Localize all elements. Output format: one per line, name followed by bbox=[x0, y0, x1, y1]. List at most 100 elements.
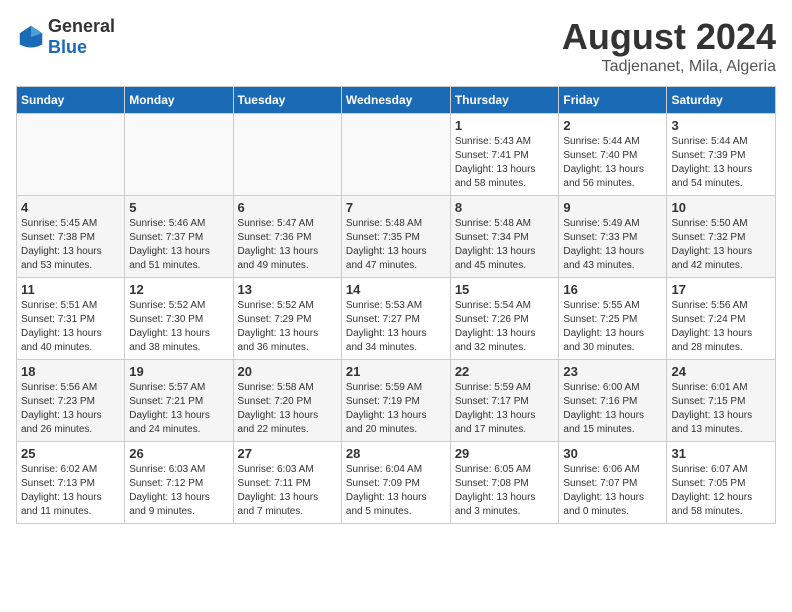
day-number: 13 bbox=[238, 282, 337, 297]
day-info: Sunrise: 5:58 AM Sunset: 7:20 PM Dayligh… bbox=[238, 381, 337, 437]
day-info: Sunrise: 5:49 AM Sunset: 7:33 PM Dayligh… bbox=[563, 217, 662, 273]
day-number: 4 bbox=[21, 200, 120, 215]
day-number: 23 bbox=[563, 364, 662, 379]
day-cell: 29 Sunrise: 6:05 AM Sunset: 7:08 PM Dayli… bbox=[450, 442, 559, 524]
col-header-friday: Friday bbox=[559, 87, 667, 114]
day-cell: 1 Sunrise: 5:43 AM Sunset: 7:41 PM Daylig… bbox=[450, 114, 559, 196]
day-cell: 28 Sunrise: 6:04 AM Sunset: 7:09 PM Dayli… bbox=[341, 442, 450, 524]
day-number: 22 bbox=[455, 364, 555, 379]
day-number: 21 bbox=[346, 364, 446, 379]
day-number: 25 bbox=[21, 446, 120, 461]
day-cell: 9 Sunrise: 5:49 AM Sunset: 7:33 PM Daylig… bbox=[559, 196, 667, 278]
day-number: 27 bbox=[238, 446, 337, 461]
day-info: Sunrise: 6:07 AM Sunset: 7:05 PM Dayligh… bbox=[671, 463, 771, 519]
day-cell: 4Sunrise: 5:45 AM Sunset: 7:38 PM Daylig… bbox=[17, 196, 125, 278]
day-cell: 19 Sunrise: 5:57 AM Sunset: 7:21 PM Dayli… bbox=[125, 360, 233, 442]
day-number: 5 bbox=[129, 200, 228, 215]
day-info: Sunrise: 5:55 AM Sunset: 7:25 PM Dayligh… bbox=[563, 299, 662, 355]
col-header-saturday: Saturday bbox=[667, 87, 776, 114]
header-row: SundayMondayTuesdayWednesdayThursdayFrid… bbox=[17, 87, 776, 114]
day-info: Sunrise: 5:44 AM Sunset: 7:39 PM Dayligh… bbox=[671, 135, 771, 191]
day-number: 31 bbox=[671, 446, 771, 461]
day-cell: 20 Sunrise: 5:58 AM Sunset: 7:20 PM Dayli… bbox=[233, 360, 341, 442]
day-info: Sunrise: 5:56 AM Sunset: 7:24 PM Dayligh… bbox=[671, 299, 771, 355]
day-info: Sunrise: 6:00 AM Sunset: 7:16 PM Dayligh… bbox=[563, 381, 662, 437]
day-cell bbox=[125, 114, 233, 196]
day-cell: 5 Sunrise: 5:46 AM Sunset: 7:37 PM Daylig… bbox=[125, 196, 233, 278]
day-info: Sunrise: 5:43 AM Sunset: 7:41 PM Dayligh… bbox=[455, 135, 555, 191]
day-info: Sunrise: 5:46 AM Sunset: 7:37 PM Dayligh… bbox=[129, 217, 228, 273]
day-number: 7 bbox=[346, 200, 446, 215]
col-header-sunday: Sunday bbox=[17, 87, 125, 114]
day-cell: 23 Sunrise: 6:00 AM Sunset: 7:16 PM Dayli… bbox=[559, 360, 667, 442]
day-info: Sunrise: 5:53 AM Sunset: 7:27 PM Dayligh… bbox=[346, 299, 446, 355]
day-cell: 24 Sunrise: 6:01 AM Sunset: 7:15 PM Dayli… bbox=[667, 360, 776, 442]
day-info: Sunrise: 6:05 AM Sunset: 7:08 PM Dayligh… bbox=[455, 463, 555, 519]
day-number: 16 bbox=[563, 282, 662, 297]
day-number: 8 bbox=[455, 200, 555, 215]
day-cell: 16 Sunrise: 5:55 AM Sunset: 7:25 PM Dayli… bbox=[559, 278, 667, 360]
day-info: Sunrise: 5:47 AM Sunset: 7:36 PM Dayligh… bbox=[238, 217, 337, 273]
day-info: Sunrise: 5:44 AM Sunset: 7:40 PM Dayligh… bbox=[563, 135, 662, 191]
day-info: Sunrise: 6:06 AM Sunset: 7:07 PM Dayligh… bbox=[563, 463, 662, 519]
day-info: Sunrise: 6:01 AM Sunset: 7:15 PM Dayligh… bbox=[671, 381, 771, 437]
col-header-tuesday: Tuesday bbox=[233, 87, 341, 114]
day-cell: 8 Sunrise: 5:48 AM Sunset: 7:34 PM Daylig… bbox=[450, 196, 559, 278]
day-number: 12 bbox=[129, 282, 228, 297]
day-cell: 31 Sunrise: 6:07 AM Sunset: 7:05 PM Dayli… bbox=[667, 442, 776, 524]
logo: General Blue bbox=[16, 16, 115, 58]
day-number: 6 bbox=[238, 200, 337, 215]
day-number: 20 bbox=[238, 364, 337, 379]
day-number: 9 bbox=[563, 200, 662, 215]
day-number: 10 bbox=[671, 200, 771, 215]
day-info: Sunrise: 5:48 AM Sunset: 7:34 PM Dayligh… bbox=[455, 217, 555, 273]
day-number: 26 bbox=[129, 446, 228, 461]
day-number: 24 bbox=[671, 364, 771, 379]
day-info: Sunrise: 5:59 AM Sunset: 7:17 PM Dayligh… bbox=[455, 381, 555, 437]
day-cell: 15Sunrise: 5:54 AM Sunset: 7:26 PM Dayli… bbox=[450, 278, 559, 360]
logo-blue: Blue bbox=[48, 37, 87, 57]
day-info: Sunrise: 5:57 AM Sunset: 7:21 PM Dayligh… bbox=[129, 381, 228, 437]
day-cell: 6 Sunrise: 5:47 AM Sunset: 7:36 PM Daylig… bbox=[233, 196, 341, 278]
day-cell: 12 Sunrise: 5:52 AM Sunset: 7:30 PM Dayli… bbox=[125, 278, 233, 360]
day-number: 29 bbox=[455, 446, 555, 461]
day-cell: 30 Sunrise: 6:06 AM Sunset: 7:07 PM Dayli… bbox=[559, 442, 667, 524]
day-number: 11 bbox=[21, 282, 120, 297]
day-info: Sunrise: 5:51 AM Sunset: 7:31 PM Dayligh… bbox=[21, 299, 120, 355]
day-number: 18 bbox=[21, 364, 120, 379]
day-info: Sunrise: 5:52 AM Sunset: 7:30 PM Dayligh… bbox=[129, 299, 228, 355]
day-cell: 13 Sunrise: 5:52 AM Sunset: 7:29 PM Dayli… bbox=[233, 278, 341, 360]
title-section: August 2024 Tadjenanet, Mila, Algeria bbox=[562, 16, 776, 76]
week-row-4: 18 Sunrise: 5:56 AM Sunset: 7:23 PM Dayli… bbox=[17, 360, 776, 442]
day-info: Sunrise: 6:03 AM Sunset: 7:11 PM Dayligh… bbox=[238, 463, 337, 519]
logo-icon bbox=[16, 22, 46, 52]
week-row-3: 11 Sunrise: 5:51 AM Sunset: 7:31 PM Dayli… bbox=[17, 278, 776, 360]
week-row-5: 25Sunrise: 6:02 AM Sunset: 7:13 PM Dayli… bbox=[17, 442, 776, 524]
day-number: 15 bbox=[455, 282, 555, 297]
location: Tadjenanet, Mila, Algeria bbox=[562, 58, 776, 76]
day-cell bbox=[17, 114, 125, 196]
day-info: Sunrise: 6:04 AM Sunset: 7:09 PM Dayligh… bbox=[346, 463, 446, 519]
day-number: 2 bbox=[563, 118, 662, 133]
day-cell: 25Sunrise: 6:02 AM Sunset: 7:13 PM Dayli… bbox=[17, 442, 125, 524]
day-number: 17 bbox=[671, 282, 771, 297]
day-number: 19 bbox=[129, 364, 228, 379]
day-info: Sunrise: 5:56 AM Sunset: 7:23 PM Dayligh… bbox=[21, 381, 120, 437]
day-cell: 21 Sunrise: 5:59 AM Sunset: 7:19 PM Dayli… bbox=[341, 360, 450, 442]
day-cell bbox=[341, 114, 450, 196]
day-info: Sunrise: 6:03 AM Sunset: 7:12 PM Dayligh… bbox=[129, 463, 228, 519]
day-cell: 22 Sunrise: 5:59 AM Sunset: 7:17 PM Dayli… bbox=[450, 360, 559, 442]
logo-general: General bbox=[48, 16, 115, 36]
day-number: 14 bbox=[346, 282, 446, 297]
day-info: Sunrise: 5:59 AM Sunset: 7:19 PM Dayligh… bbox=[346, 381, 446, 437]
day-number: 28 bbox=[346, 446, 446, 461]
col-header-wednesday: Wednesday bbox=[341, 87, 450, 114]
col-header-thursday: Thursday bbox=[450, 87, 559, 114]
day-cell: 26 Sunrise: 6:03 AM Sunset: 7:12 PM Dayli… bbox=[125, 442, 233, 524]
day-number: 30 bbox=[563, 446, 662, 461]
day-info: Sunrise: 5:52 AM Sunset: 7:29 PM Dayligh… bbox=[238, 299, 337, 355]
calendar-table: SundayMondayTuesdayWednesdayThursdayFrid… bbox=[16, 86, 776, 524]
day-cell: 17 Sunrise: 5:56 AM Sunset: 7:24 PM Dayli… bbox=[667, 278, 776, 360]
day-cell: 18 Sunrise: 5:56 AM Sunset: 7:23 PM Dayli… bbox=[17, 360, 125, 442]
day-number: 1 bbox=[455, 118, 555, 133]
